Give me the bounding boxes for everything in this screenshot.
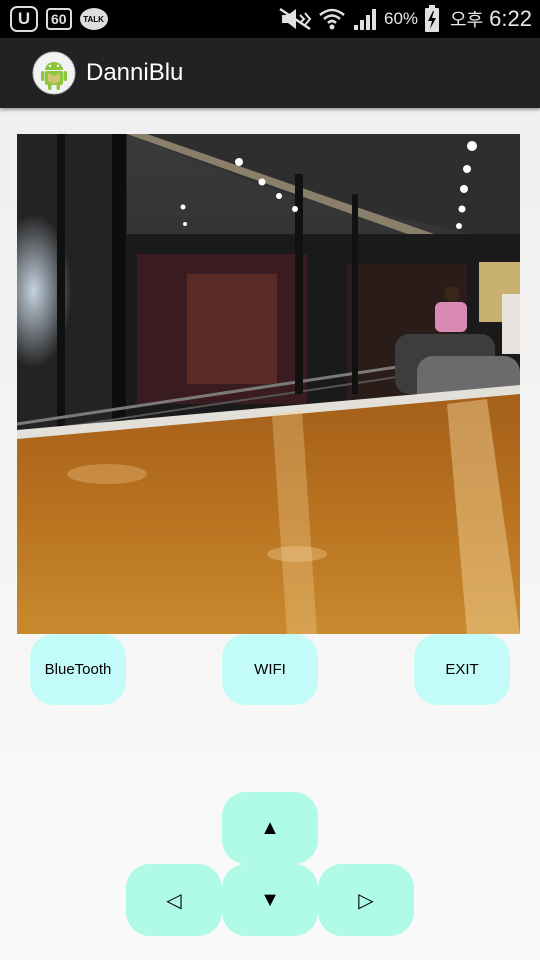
battery-charging-icon	[425, 5, 440, 32]
move-down-button[interactable]: ▼	[222, 864, 318, 936]
kakaotalk-icon: TALK	[79, 8, 108, 30]
status-bar: U 60 TALK 60% 오후 6:22	[0, 0, 540, 38]
wifi-button[interactable]: WIFI	[222, 634, 318, 705]
signal-icon	[354, 9, 377, 30]
wifi-icon	[319, 8, 345, 30]
mute-icon	[279, 7, 312, 31]
clock: 6:22	[489, 6, 532, 31]
action-bar: DanniBlu	[0, 38, 540, 108]
android-app-icon	[32, 51, 76, 95]
lte-60-icon: 60	[46, 8, 72, 30]
bluetooth-button[interactable]: BlueTooth	[30, 634, 126, 705]
move-left-button[interactable]: ◁	[126, 864, 222, 936]
u-plus-icon: U	[10, 6, 38, 32]
move-right-button[interactable]: ▷	[318, 864, 414, 936]
status-left-icons: U 60 TALK	[10, 5, 108, 33]
move-up-button[interactable]: ▲	[222, 792, 318, 864]
app-title: DanniBlu	[86, 59, 184, 86]
time-ampm: 오후	[450, 10, 484, 31]
battery-percent: 60%	[384, 9, 419, 28]
camera-feed-image	[17, 134, 520, 634]
status-right-icons: 60% 오후 6:22	[278, 5, 532, 33]
exit-button[interactable]: EXIT	[414, 634, 510, 705]
